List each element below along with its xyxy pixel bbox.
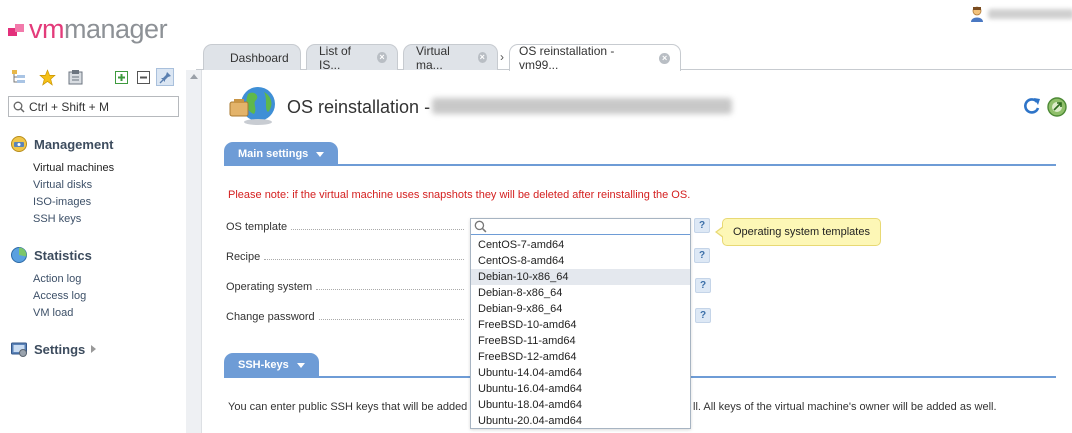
expand-all-icon[interactable] — [112, 68, 130, 86]
sidebar-section-title: Management — [34, 136, 114, 152]
vm-name-redacted — [432, 98, 732, 114]
menu-search-field[interactable] — [8, 96, 179, 117]
help-icon[interactable]: ? — [695, 308, 711, 323]
os-template-list: CentOS-7-amd64 CentOS-8-amd64 Debian-10-… — [471, 237, 690, 429]
main-settings-divider — [224, 164, 1056, 166]
chevron-right-icon — [91, 345, 97, 353]
chevron-down-icon — [296, 362, 305, 368]
tab-dashboard[interactable]: Dashboard — [203, 44, 301, 70]
sidebar-item-virtual-machines[interactable]: Virtual machines — [33, 162, 114, 174]
tab-list-of-iso[interactable]: List of IS... × — [306, 43, 398, 72]
snapshot-warning: Please note: if the virtual machine uses… — [228, 189, 691, 201]
sidebar-toolbar — [10, 68, 184, 86]
sidebar-section-settings[interactable]: Settings — [10, 340, 97, 358]
help-icon[interactable]: ? — [695, 278, 711, 293]
collapse-all-icon[interactable] — [134, 68, 152, 86]
os-globe-icon — [229, 87, 275, 125]
ssh-description-left: You can enter public SSH keys that will … — [228, 401, 468, 413]
clipboard-icon[interactable] — [66, 68, 84, 86]
statistics-icon — [11, 247, 27, 263]
os-option[interactable]: Ubuntu-20.04-amd64 — [471, 413, 690, 429]
ssh-keys-label: SSH-keys — [238, 359, 289, 371]
os-template-text: OS template — [226, 221, 288, 233]
leader-dots — [264, 259, 464, 260]
settings-icon — [11, 342, 27, 357]
logo-text-part2: manager — [64, 13, 168, 44]
main-settings-label: Main settings — [238, 148, 309, 160]
logo-text-part1: vm — [29, 13, 65, 44]
recipe-label: Recipe — [226, 251, 470, 263]
tree-view-icon[interactable] — [10, 68, 28, 86]
ssh-keys-tab[interactable]: SSH-keys — [224, 353, 319, 377]
main-settings-tab[interactable]: Main settings — [224, 142, 339, 166]
tooltip-arrow — [717, 227, 724, 237]
close-icon[interactable]: × — [659, 52, 670, 64]
recipe-text: Recipe — [226, 251, 261, 263]
sidebar-item-access-log[interactable]: Access log — [33, 290, 86, 302]
help-icon[interactable]: ? — [694, 248, 710, 263]
operating-system-text: Operating system — [226, 281, 313, 293]
os-option[interactable]: FreeBSD-12-amd64 — [471, 349, 690, 365]
os-option[interactable]: FreeBSD-10-amd64 — [471, 317, 690, 333]
page-title: OS reinstallation - — [287, 97, 431, 117]
sidebar-item-virtual-disks[interactable]: Virtual disks — [33, 179, 92, 191]
collapse-arrow-icon — [190, 74, 198, 79]
tab-label: List of IS... — [319, 43, 352, 72]
sidebar-collapse-strip[interactable] — [186, 70, 202, 433]
tooltip-text: Operating system templates — [733, 226, 870, 238]
user-name-redacted — [988, 9, 1072, 19]
os-option[interactable]: Debian-8-x86_64 — [471, 285, 690, 301]
tab-bar: Dashboard List of IS... × Virtual ma... … — [196, 43, 1072, 72]
os-option[interactable]: FreeBSD-11-amd64 — [471, 333, 690, 349]
help-icon[interactable]: ? — [694, 218, 710, 233]
exit-icon[interactable] — [1046, 96, 1068, 118]
os-option[interactable]: Ubuntu-14.04-amd64 — [471, 365, 690, 381]
os-option-highlighted[interactable]: Debian-10-x86_64 — [471, 269, 690, 285]
os-option[interactable]: Ubuntu-16.04-amd64 — [471, 381, 690, 397]
sidebar-item-vm-load[interactable]: VM load — [33, 307, 73, 319]
os-template-label: OS template — [226, 221, 470, 233]
change-password-label: Change password — [226, 311, 470, 323]
sidebar-section-title: Statistics — [34, 247, 92, 263]
os-option[interactable]: CentOS-7-amd64 — [471, 237, 690, 253]
sidebar-item-iso-images[interactable]: ISO-images — [33, 196, 91, 208]
sidebar-item-action-log[interactable]: Action log — [33, 273, 81, 285]
refresh-icon[interactable] — [1022, 96, 1042, 116]
tab-label: Dashboard — [230, 50, 289, 65]
user-menu[interactable] — [970, 6, 1072, 22]
os-template-search[interactable] — [471, 219, 690, 235]
tab-virtual-machines[interactable]: Virtual ma... × — [403, 43, 498, 72]
sidebar-section-title: Settings — [34, 341, 86, 357]
management-icon — [11, 136, 27, 152]
os-template-tooltip: Operating system templates — [715, 218, 881, 246]
os-template-dropdown[interactable]: CentOS-7-amd64 CentOS-8-amd64 Debian-10-… — [470, 218, 691, 429]
operating-system-label: Operating system — [226, 281, 470, 293]
ssh-description-right: ll. All keys of the virtual machine's ow… — [693, 401, 997, 413]
leader-dots — [291, 229, 464, 230]
tab-label: OS reinstallation - vm99... — [519, 44, 615, 72]
os-option[interactable]: Ubuntu-18.04-amd64 — [471, 397, 690, 413]
star-icon[interactable] — [38, 68, 56, 86]
sidebar-section-statistics[interactable]: Statistics — [10, 246, 92, 264]
tab-label: Virtual ma... — [416, 43, 450, 72]
tab-os-reinstallation[interactable]: OS reinstallation - vm99... × — [509, 44, 681, 72]
search-icon — [13, 101, 25, 113]
close-icon[interactable]: × — [477, 52, 487, 63]
user-icon — [971, 6, 983, 22]
sidebar-section-management[interactable]: Management — [10, 135, 113, 153]
os-option[interactable]: CentOS-8-amd64 — [471, 253, 690, 269]
change-password-text: Change password — [226, 311, 315, 323]
search-icon — [474, 220, 487, 233]
os-option[interactable]: Debian-9-x86_64 — [471, 301, 690, 317]
sidebar-item-ssh-keys[interactable]: SSH keys — [33, 213, 81, 225]
leader-dots — [316, 289, 464, 290]
close-icon[interactable]: × — [377, 52, 387, 63]
menu-search-input[interactable] — [29, 99, 174, 114]
logo-mark-icon — [8, 22, 26, 36]
leader-dots — [318, 319, 464, 320]
chevron-down-icon — [316, 151, 325, 157]
vmmanager-logo[interactable]: vm manager — [8, 13, 168, 44]
pin-icon[interactable] — [156, 68, 174, 86]
chevron-right-icon: › — [500, 50, 504, 64]
